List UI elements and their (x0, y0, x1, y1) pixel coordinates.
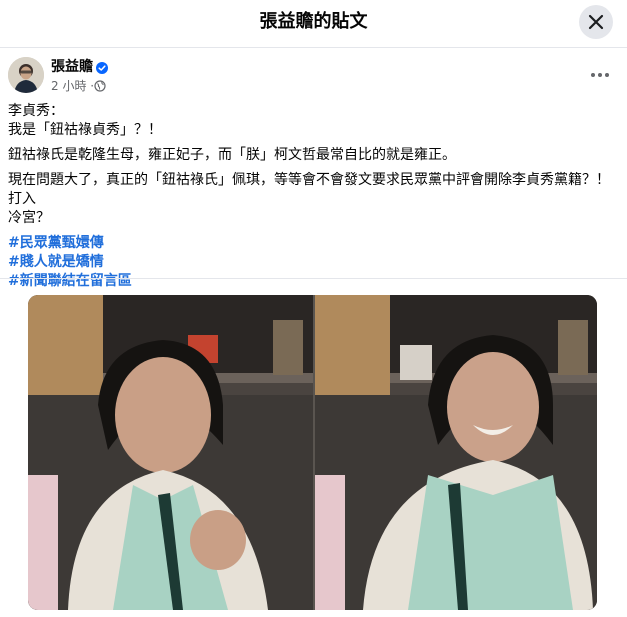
post-line: 李貞秀： (8, 103, 64, 119)
photo-left-frame (28, 295, 313, 610)
post-line: 我是「鈕祜祿貞秀」？！ (8, 122, 162, 138)
hashtag-link[interactable]: #新聞聯結在留言區 (8, 272, 619, 291)
post-body: 李貞秀： 我是「鈕祜祿貞秀」？！ 鈕祜祿氏是乾隆生母，雍正妃子，而「朕」柯文哲最… (8, 102, 619, 291)
post-line: 現在問題大了，真正的「鈕祜祿氏」佩琪，等等會不會發文要求民眾黨中評會開除李貞秀黨… (8, 172, 610, 207)
dialog-title: 張益贍的貼文 (259, 11, 368, 32)
public-globe-icon (94, 80, 106, 92)
hashtag-link[interactable]: #民眾黨甄嬛傳 (8, 234, 619, 253)
more-options-button[interactable] (585, 62, 615, 88)
hashtag-link[interactable]: #賤人就是矯情 (8, 253, 619, 272)
photo-right-frame (315, 295, 597, 610)
post-photo[interactable] (28, 295, 597, 610)
author-avatar[interactable] (8, 57, 44, 93)
dialog-header: 張益贍的貼文 (0, 0, 627, 48)
post-line: 冷宮？ (8, 210, 50, 226)
more-options-icon (591, 73, 595, 77)
divider (0, 278, 627, 279)
verified-badge-icon (96, 62, 108, 74)
author-name[interactable]: 張益贍 (51, 58, 93, 76)
close-button[interactable] (579, 5, 613, 39)
post-line: 鈕祜祿氏是乾隆生母，雍正妃子，而「朕」柯文哲最常自比的就是雍正。 (8, 147, 456, 163)
close-icon (588, 14, 604, 30)
post-timestamp[interactable]: 2 小時 · (51, 78, 94, 94)
